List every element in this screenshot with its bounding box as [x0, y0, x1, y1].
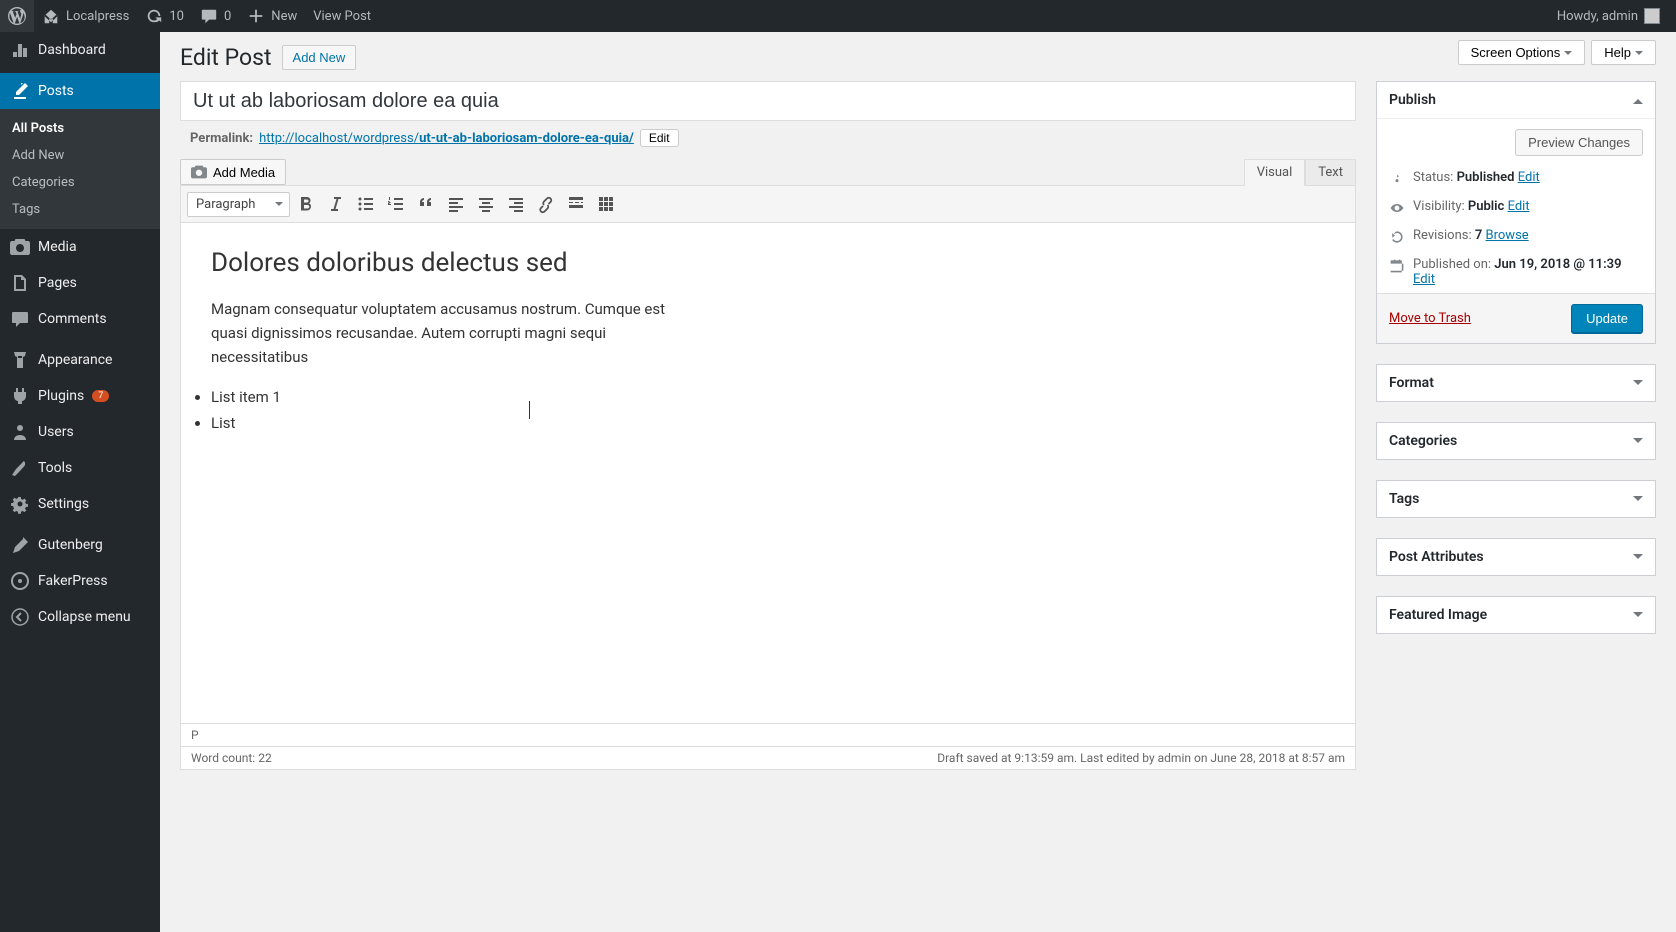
page-title: Edit Post [180, 44, 272, 71]
chevron-down-icon [1635, 51, 1643, 59]
visibility-icon [1389, 200, 1405, 216]
admin-bar: Localpress 10 0 New View Post Howdy, adm… [0, 0, 1676, 32]
align-left-icon[interactable] [442, 190, 470, 218]
word-count: Word count: 22 [191, 751, 272, 765]
publish-metabox: Publish Preview Changes Status: Publishe… [1376, 81, 1656, 344]
align-center-icon[interactable] [472, 190, 500, 218]
align-right-icon[interactable] [502, 190, 530, 218]
featured-image-header[interactable]: Featured Image [1377, 597, 1655, 633]
move-to-trash-link[interactable]: Move to Trash [1389, 311, 1471, 326]
menu-tools[interactable]: Tools [0, 450, 160, 486]
list-item: List item 1 [211, 385, 1325, 409]
add-media-button[interactable]: Add Media [180, 159, 286, 185]
menu-pages[interactable]: Pages [0, 265, 160, 301]
text-cursor-icon [529, 401, 530, 419]
edit-date-link[interactable]: Edit [1413, 272, 1435, 287]
screen-options-button[interactable]: Screen Options [1458, 40, 1586, 65]
permalink-link[interactable]: http://localhost/wordpress/ut-ut-ab-labo… [259, 131, 634, 146]
editor-content[interactable]: Dolores doloribus delectus sed Magnam co… [181, 223, 1355, 723]
menu-appearance[interactable]: Appearance [0, 342, 160, 378]
publish-header[interactable]: Publish [1377, 82, 1655, 119]
chevron-down-icon [1564, 51, 1572, 59]
tab-text[interactable]: Text [1305, 159, 1356, 185]
tags-header[interactable]: Tags [1377, 481, 1655, 517]
content-paragraph: Magnam consequatur voluptatem accusamus … [211, 297, 691, 369]
chevron-down-icon [275, 202, 283, 210]
format-select[interactable]: Paragraph [187, 192, 290, 217]
edit-slug-button[interactable]: Edit [640, 129, 679, 147]
help-button[interactable]: Help [1591, 40, 1656, 65]
update-button[interactable]: Update [1571, 304, 1643, 333]
menu-dashboard[interactable]: Dashboard [0, 32, 160, 68]
blockquote-icon[interactable] [412, 190, 440, 218]
read-more-icon[interactable] [562, 190, 590, 218]
submenu-add-new[interactable]: Add New [0, 142, 160, 169]
chevron-down-icon [1633, 496, 1643, 506]
avatar-icon [1644, 8, 1660, 24]
menu-gutenberg[interactable]: Gutenberg [0, 527, 160, 563]
editor-box: Paragraph Dolores doloribus delectus sed [180, 185, 1356, 747]
featured-image-metabox: Featured Image [1376, 596, 1656, 634]
submenu-posts: All Posts Add New Categories Tags [0, 109, 160, 229]
key-icon [1389, 171, 1405, 187]
submenu-all-posts[interactable]: All Posts [0, 115, 160, 142]
chevron-down-icon [1633, 438, 1643, 448]
revisions-icon [1389, 229, 1405, 245]
menu-posts[interactable]: Posts [0, 73, 160, 109]
menu-collapse[interactable]: Collapse menu [0, 599, 160, 635]
edit-status-link[interactable]: Edit [1518, 170, 1540, 185]
editor-status-path: P [181, 723, 1355, 746]
chevron-up-icon [1633, 94, 1643, 104]
post-attributes-metabox: Post Attributes [1376, 538, 1656, 576]
italic-icon[interactable] [322, 190, 350, 218]
browse-revisions-link[interactable]: Browse [1486, 228, 1529, 243]
view-post[interactable]: View Post [305, 0, 379, 32]
post-attributes-header[interactable]: Post Attributes [1377, 539, 1655, 575]
preview-changes-button[interactable]: Preview Changes [1515, 129, 1643, 156]
chevron-down-icon [1633, 380, 1643, 390]
calendar-icon [1389, 258, 1405, 274]
site-name[interactable]: Localpress [34, 0, 137, 32]
wp-logo[interactable] [0, 0, 34, 32]
tags-metabox: Tags [1376, 480, 1656, 518]
menu-plugins[interactable]: Plugins7 [0, 378, 160, 414]
edit-visibility-link[interactable]: Edit [1508, 199, 1530, 214]
toolbar-toggle-icon[interactable] [592, 190, 620, 218]
chevron-down-icon [1633, 612, 1643, 622]
menu-settings[interactable]: Settings [0, 486, 160, 522]
user-menu[interactable]: Howdy, admin [1549, 0, 1668, 32]
menu-media[interactable]: Media [0, 229, 160, 265]
format-metabox: Format [1376, 364, 1656, 402]
tab-visual[interactable]: Visual [1244, 159, 1306, 186]
menu-fakerpress[interactable]: FakerPress [0, 563, 160, 599]
permalink-row: Permalink: http://localhost/wordpress/ut… [180, 121, 1356, 155]
submenu-categories[interactable]: Categories [0, 169, 160, 196]
new-content[interactable]: New [239, 0, 305, 32]
comments-count[interactable]: 0 [192, 0, 239, 32]
categories-metabox: Categories [1376, 422, 1656, 460]
link-icon[interactable] [532, 190, 560, 218]
bullet-list-icon[interactable] [352, 190, 380, 218]
menu-users[interactable]: Users [0, 414, 160, 450]
format-header[interactable]: Format [1377, 365, 1655, 401]
plugins-badge: 7 [92, 390, 109, 402]
menu-comments[interactable]: Comments [0, 301, 160, 337]
chevron-down-icon [1633, 554, 1643, 564]
categories-header[interactable]: Categories [1377, 423, 1655, 459]
editor-toolbar: Paragraph [181, 186, 1355, 223]
list-item: List [211, 411, 1325, 435]
bold-icon[interactable] [292, 190, 320, 218]
admin-menu: Dashboard Posts All Posts Add New Catego… [0, 32, 160, 932]
post-title-input[interactable] [180, 81, 1356, 121]
updates[interactable]: 10 [137, 0, 192, 32]
autosave-status: Draft saved at 9:13:59 am. Last edited b… [937, 751, 1345, 765]
content-heading: Dolores doloribus delectus sed [211, 243, 1325, 285]
add-new-button[interactable]: Add New [282, 45, 357, 70]
submenu-tags[interactable]: Tags [0, 196, 160, 223]
numbered-list-icon[interactable] [382, 190, 410, 218]
